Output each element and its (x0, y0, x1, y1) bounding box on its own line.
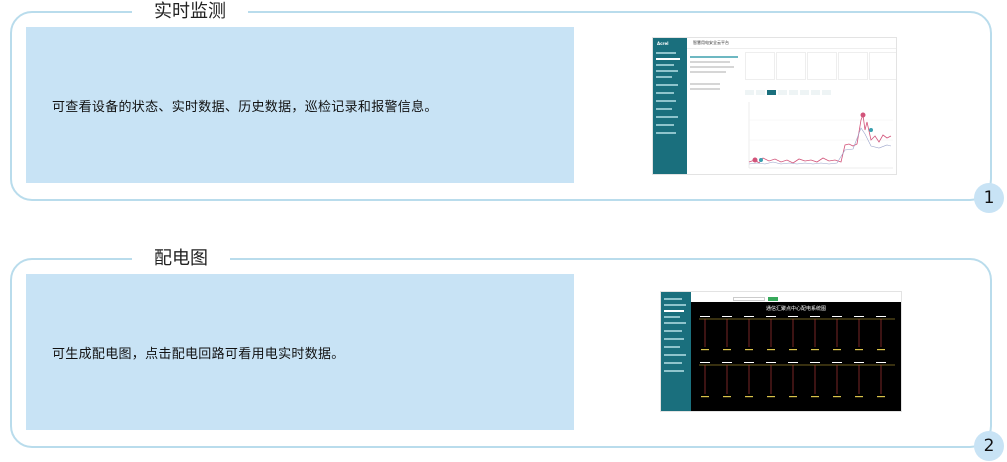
stat-card (838, 52, 868, 80)
menu-line (656, 70, 678, 72)
chart-marker (752, 157, 758, 163)
tab (800, 90, 809, 95)
screenshot-tabs (745, 90, 831, 95)
screenshot-info-panel (690, 56, 742, 93)
screenshot-header-title: 智慧用电安全云平台 (693, 40, 729, 45)
tab (789, 90, 798, 95)
screenshot-search-box (733, 297, 765, 301)
menu-line (656, 132, 676, 134)
menu-line (664, 298, 682, 300)
chart-series-line (748, 113, 892, 164)
menu-line (664, 304, 686, 306)
menu-line (664, 338, 684, 340)
menu-line (664, 322, 686, 324)
menu-line (664, 316, 680, 318)
info-line (690, 66, 734, 68)
menu-line (656, 58, 680, 60)
description-panel: 可查看设备的状态、实时数据、历史数据，巡检记录和报警信息。 (26, 27, 574, 183)
tab (778, 90, 787, 95)
screenshot-sidebar: Acrel (653, 38, 687, 174)
menu-line (656, 116, 678, 118)
section-title: 配电图 (132, 247, 230, 271)
stat-card (745, 52, 775, 80)
tab (745, 90, 754, 95)
info-line (690, 88, 720, 90)
stat-card (807, 52, 837, 80)
chart-marker (759, 158, 763, 162)
menu-line (664, 346, 680, 348)
screenshot-line-chart (748, 102, 893, 169)
menu-line (664, 330, 682, 332)
info-line (690, 56, 738, 58)
info-line (690, 61, 730, 63)
step-number-badge: 1 (974, 183, 1004, 213)
info-line (690, 83, 720, 85)
menu-line (664, 354, 686, 356)
screenshot-logo: Acrel (657, 41, 669, 46)
menu-line (656, 100, 676, 102)
tab (811, 90, 820, 95)
chart-marker (869, 128, 873, 132)
menu-line (656, 124, 674, 126)
circuit-feeders-upper (704, 319, 882, 347)
description-text: 可查看设备的状态、实时数据、历史数据，巡检记录和报警信息。 (52, 99, 438, 115)
menu-line (656, 64, 674, 66)
menu-line (656, 92, 674, 94)
step-number-badge: 2 (974, 431, 1004, 461)
stat-card (776, 52, 806, 80)
tab (756, 90, 765, 95)
description-panel: 可生成配电图，点击配电回路可看用电实时数据。 (26, 274, 574, 430)
circuit-feeders-lower (704, 365, 882, 394)
realtime-monitoring-screenshot: Acrel 智慧用电安全云平台 (652, 37, 897, 175)
diagram-circuits (699, 316, 895, 398)
menu-line (664, 370, 684, 372)
tab (767, 90, 776, 95)
menu-line (664, 362, 682, 364)
section-title: 实时监测 (132, 0, 248, 24)
diagram-canvas: 通信汇聚点中心配电系统图 (691, 302, 901, 411)
stat-card (869, 52, 896, 80)
tab (822, 90, 831, 95)
menu-line (656, 108, 672, 110)
info-line (690, 71, 726, 73)
screenshot-query-button (768, 297, 778, 301)
menu-line (664, 310, 684, 312)
screenshot-toolbar (691, 292, 901, 302)
screenshot-sidebar (661, 292, 691, 411)
distribution-diagram-screenshot: 通信汇聚点中心配电系统图 (660, 291, 902, 412)
menu-line (656, 52, 676, 54)
menu-line (656, 84, 678, 86)
chart-marker (860, 112, 866, 118)
menu-line (656, 76, 672, 78)
description-text: 可生成配电图，点击配电回路可看用电实时数据。 (52, 346, 345, 362)
